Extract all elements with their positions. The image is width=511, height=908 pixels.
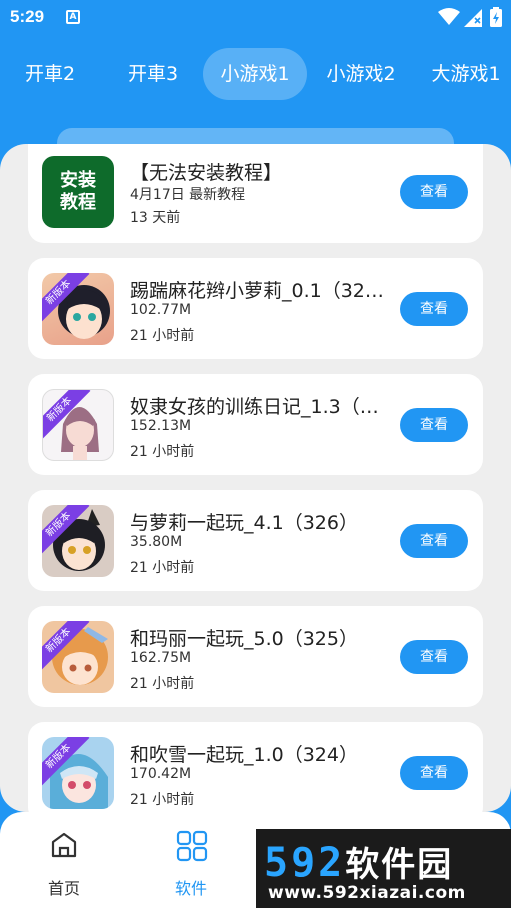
list-item[interactable]: 新版本 踢踹麻花辫小萝莉_0.1（32… 102.77M 21 小时前 查看 <box>28 258 483 359</box>
nav-home-label: 首页 <box>47 879 80 898</box>
view-button[interactable]: 查看 <box>400 175 468 209</box>
site-watermark: 592软件园 www.592xiazai.com <box>256 829 511 908</box>
nav-home[interactable]: 首页 <box>4 812 124 908</box>
item-time: 21 小时前 <box>130 676 195 692</box>
nav-software-label: 软件 <box>174 879 207 898</box>
tutorial-thumb: 安装 教程 <box>42 156 114 228</box>
item-title: 和吹雪一起玩_1.0（324） <box>130 744 358 766</box>
item-title: 奴隶女孩的训练日记_1.3（… <box>130 396 379 418</box>
notification-a-icon: A <box>66 10 80 24</box>
watermark-brand-cn: 软件园 <box>345 845 454 885</box>
view-button[interactable]: 查看 <box>400 756 468 790</box>
thumb-line-2: 教程 <box>60 192 96 213</box>
item-time: 21 小时前 <box>130 792 195 808</box>
list-item[interactable]: 安装 教程 【无法安装教程】 4月17日 最新教程 13 天前 查看 <box>28 144 483 243</box>
game-thumb: 新版本 <box>42 737 114 809</box>
view-button[interactable]: 查看 <box>400 524 468 558</box>
wifi-icon <box>438 8 460 25</box>
item-title: 踢踹麻花辫小萝莉_0.1（32… <box>130 280 384 302</box>
watermark-brand-num: 592 <box>264 840 346 886</box>
view-button[interactable]: 查看 <box>400 408 468 442</box>
game-thumb: 新版本 <box>42 273 114 345</box>
tab-kaiche3[interactable]: 开車3 <box>111 48 195 100</box>
item-time: 13 天前 <box>130 210 181 226</box>
view-button[interactable]: 查看 <box>400 292 468 326</box>
home-icon <box>51 832 77 858</box>
battery-icon <box>490 7 502 27</box>
thumb-line-1: 安装 <box>60 170 96 191</box>
list-item[interactable]: 新版本 和吹雪一起玩_1.0（324） 170.42M 21 小时前 查看 <box>28 722 483 812</box>
watermark-brand: 592软件园 <box>264 837 453 886</box>
item-title: 和玛丽一起玩_5.0（325） <box>130 628 358 650</box>
signal-icon <box>464 9 482 27</box>
game-thumb: 新版本 <box>42 505 114 577</box>
watermark-url: www.592xiazai.com <box>268 883 466 903</box>
item-time: 21 小时前 <box>130 560 195 576</box>
item-time: 21 小时前 <box>130 328 195 344</box>
game-thumb: 新版本 <box>42 621 114 693</box>
item-size: 152.13M <box>130 418 192 434</box>
item-size: 35.80M <box>130 534 183 550</box>
tab-xiaoyouxi2[interactable]: 小游戏2 <box>315 48 407 100</box>
apps-grid-icon <box>176 830 208 862</box>
item-size: 162.75M <box>130 650 192 666</box>
app-list: 安装 教程 【无法安装教程】 4月17日 最新教程 13 天前 查看 新版本 踢… <box>0 144 511 812</box>
item-title: 与萝莉一起玩_4.1（326） <box>130 512 358 534</box>
item-title: 【无法安装教程】 <box>130 162 283 184</box>
item-meta: 4月17日 最新教程 <box>130 187 246 203</box>
tab-dayouxi1[interactable]: 大游戏1 <box>423 48 509 100</box>
tab-xiaoyouxi1[interactable]: 小游戏1 <box>203 48 307 100</box>
category-tabs: 开車2 开車3 小游戏1 小游戏2 大游戏1 <box>0 48 511 100</box>
list-item[interactable]: 新版本 奴隶女孩的训练日记_1.3（… 152.13M 21 小时前 查看 <box>28 374 483 475</box>
item-size: 102.77M <box>130 302 192 318</box>
item-time: 21 小时前 <box>130 444 195 460</box>
status-bar: 5:29 A <box>0 0 511 36</box>
tab-kaiche2[interactable]: 开車2 <box>8 48 92 100</box>
nav-software[interactable]: 软件 <box>131 812 251 908</box>
list-item[interactable]: 新版本 和玛丽一起玩_5.0（325） 162.75M 21 小时前 查看 <box>28 606 483 707</box>
list-item[interactable]: 新版本 与萝莉一起玩_4.1（326） 35.80M 21 小时前 查看 <box>28 490 483 591</box>
item-size: 170.42M <box>130 766 192 782</box>
game-thumb: 新版本 <box>42 389 114 461</box>
view-button[interactable]: 查看 <box>400 640 468 674</box>
status-time: 5:29 <box>10 7 45 26</box>
